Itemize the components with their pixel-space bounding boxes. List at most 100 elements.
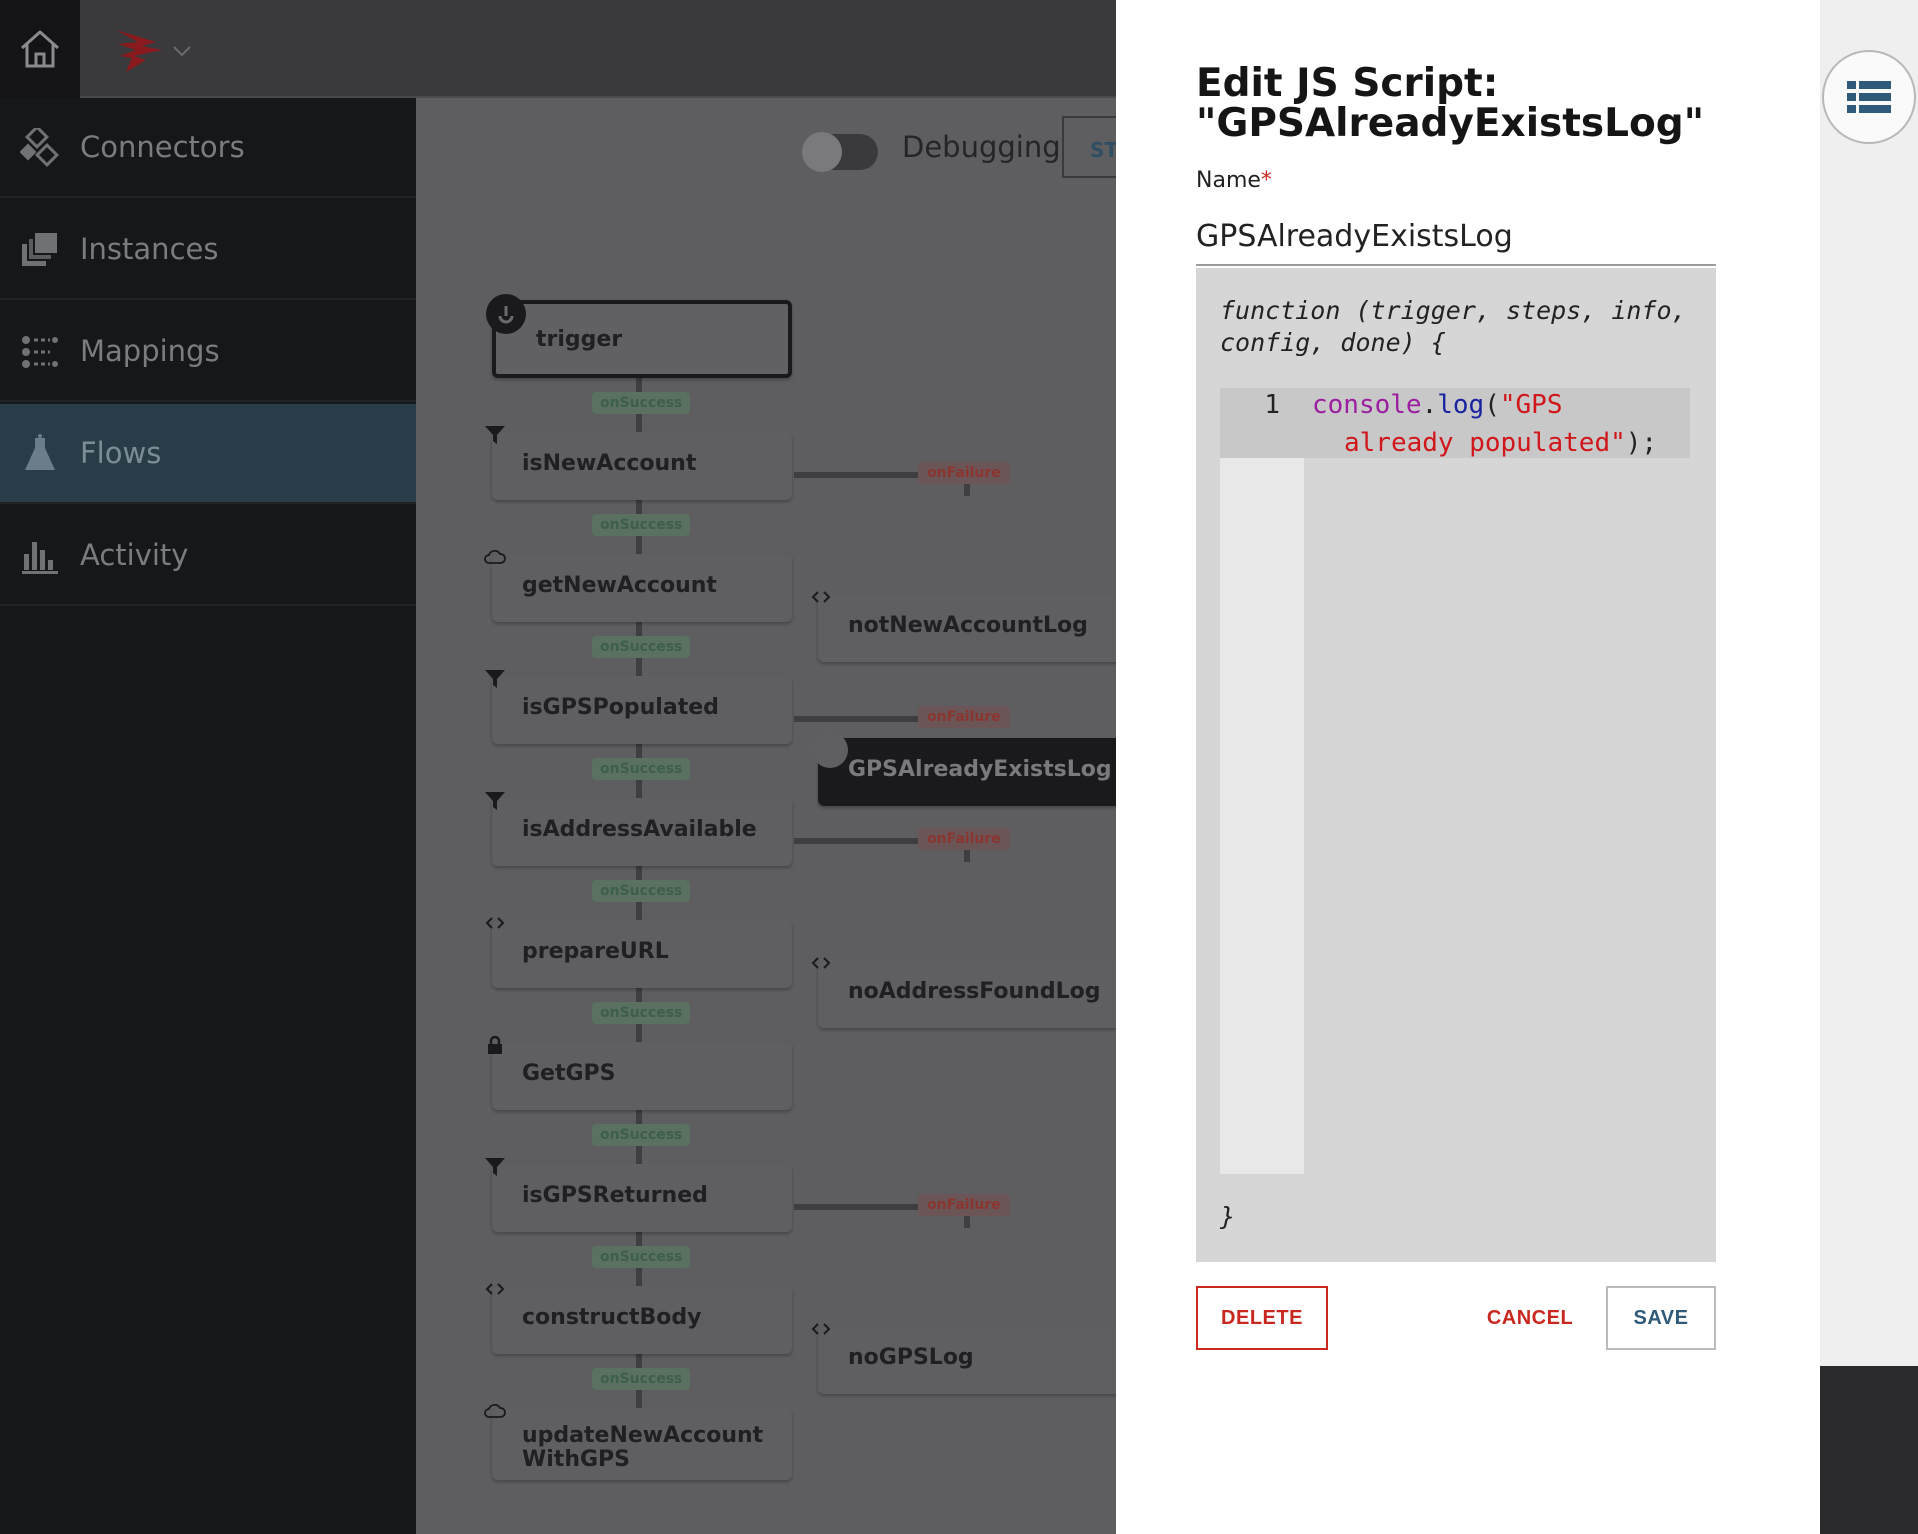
flow-node-getnewaccount[interactable]: getNewAccount — [484, 549, 792, 622]
home-button[interactable] — [0, 0, 80, 98]
sidebar-item-label: Flows — [80, 436, 162, 470]
filter-icon — [485, 1158, 505, 1176]
sidebar-item-flows[interactable]: Flows — [0, 404, 416, 504]
on-success-badge: onSuccess — [592, 758, 691, 780]
code-icon — [811, 957, 831, 969]
debugging-label: Debugging — [902, 130, 1061, 164]
node-label: constructBody — [522, 1305, 702, 1330]
node-label: trigger — [536, 327, 623, 352]
brand-logo-menu[interactable] — [112, 26, 192, 76]
flask-icon — [25, 434, 55, 470]
mappings-icon — [22, 336, 58, 368]
cancel-button[interactable]: CANCEL — [1460, 1286, 1600, 1350]
flow-node-isaddressavailable[interactable]: isAddressAvailable — [485, 792, 792, 866]
flow-node-noaddressfoundlog[interactable]: noAddressFoundLog — [811, 957, 1116, 1028]
node-label: GetGPS — [522, 1061, 616, 1086]
on-success-badge: onSuccess — [592, 392, 691, 414]
panel-title: Edit JS Script: "GPSAlreadyExistsLog" — [1196, 61, 1705, 146]
required-mark: * — [1260, 168, 1272, 193]
on-success-badge: onSuccess — [592, 1002, 691, 1024]
flow-node-constructbody[interactable]: constructBody — [485, 1283, 792, 1354]
node-label: updateNewAccountWithGPS — [522, 1423, 764, 1472]
on-success-badge: onSuccess — [592, 636, 691, 658]
node-label: GPSAlreadyExistsLog — [848, 757, 1112, 782]
function-signature-line2: config, done) { — [1220, 328, 1446, 357]
node-label: isAddressAvailable — [522, 817, 757, 842]
save-button[interactable]: SAVE — [1606, 1286, 1716, 1350]
on-success-badge: onSuccess — [592, 880, 691, 902]
top-bar — [0, 0, 1116, 98]
node-label: notNewAccountLog — [848, 613, 1088, 638]
filter-icon — [485, 670, 505, 688]
connectors-icon — [20, 128, 60, 168]
flow-canvas: Debugging ST onSuccess onSuccess onSucce… — [416, 98, 1116, 1534]
sidebar-item-label: Connectors — [80, 130, 245, 164]
node-status-dot — [812, 732, 848, 768]
code-string: already populated" — [1344, 428, 1626, 458]
sidebar-item-label: Mappings — [80, 334, 220, 368]
on-failure-badge: onFailure — [918, 462, 1010, 484]
instances-icon — [22, 231, 59, 266]
name-label-text: Name — [1196, 168, 1261, 193]
filter-icon — [485, 792, 505, 810]
flow-node-prepareurl[interactable]: prepareURL — [485, 917, 792, 988]
trigger-icon — [486, 294, 526, 334]
cloud-icon — [484, 1403, 506, 1418]
sidebar-item-connectors[interactable]: Connectors — [0, 98, 416, 198]
sidebar: Connectors Instances Mappings Flows Acti… — [0, 98, 416, 1534]
node-label: prepareURL — [522, 939, 669, 964]
debugging-toggle[interactable] — [802, 132, 878, 172]
flow-node-notnewaccountlog[interactable]: notNewAccountLog — [811, 591, 1116, 662]
home-icon — [21, 30, 59, 68]
flow-node-nogpslog[interactable]: noGPSLog — [811, 1323, 1116, 1394]
code-editor[interactable]: function (trigger, steps, info, config, … — [1196, 268, 1716, 1262]
code-string: "GPS — [1499, 390, 1563, 420]
sidebar-item-mappings[interactable]: Mappings — [0, 302, 416, 402]
list-view-icon — [1847, 81, 1891, 113]
flow-node-isgpspopulated[interactable]: isGPSPopulated — [485, 670, 792, 744]
sidebar-item-activity[interactable]: Activity — [0, 506, 416, 606]
function-signature-line1: function (trigger, steps, info, — [1220, 296, 1687, 325]
start-button[interactable]: ST — [1062, 116, 1116, 178]
name-input[interactable] — [1196, 208, 1716, 266]
closing-brace: } — [1220, 1202, 1236, 1231]
code-icon — [811, 591, 831, 603]
lock-icon — [488, 1035, 502, 1054]
code-keyword: console — [1312, 390, 1422, 420]
code-paren: ( — [1484, 390, 1500, 420]
line-number: 1 — [1264, 390, 1280, 420]
code-icon — [485, 917, 505, 929]
node-label: isGPSReturned — [522, 1183, 708, 1208]
on-success-badge: onSuccess — [592, 1124, 691, 1146]
edit-script-panel: Edit JS Script: "GPSAlreadyExistsLog" Na… — [1116, 0, 1820, 1534]
flow-node-getgps[interactable]: GetGPS — [488, 1035, 792, 1110]
flow-node-updatenewaccountwithgps[interactable]: updateNewAccountWithGPS — [484, 1403, 792, 1480]
on-success-badge: onSuccess — [592, 1368, 691, 1390]
code-content[interactable]: console.log("GPS already populated"); — [1312, 386, 1692, 462]
delete-button[interactable]: DELETE — [1196, 1286, 1328, 1350]
sidebar-item-instances[interactable]: Instances — [0, 200, 416, 300]
line-gutter — [1220, 388, 1304, 1174]
code-icon — [811, 1323, 831, 1335]
cloud-icon — [484, 549, 506, 564]
code-dot: . — [1421, 390, 1438, 420]
node-label: noGPSLog — [848, 1345, 974, 1370]
flow-node-trigger[interactable]: trigger — [486, 294, 792, 378]
bar-chart-icon — [22, 542, 58, 574]
list-view-button[interactable] — [1822, 50, 1916, 144]
flow-node-isgpsreturned[interactable]: isGPSReturned — [485, 1158, 792, 1232]
code-paren: ); — [1625, 428, 1658, 458]
node-label: getNewAccount — [522, 573, 717, 598]
on-failure-badge: onFailure — [918, 1194, 1010, 1216]
code-icon — [485, 1283, 505, 1295]
on-failure-badge: onFailure — [918, 828, 1010, 850]
flow-node-isnewaccount[interactable]: isNewAccount — [485, 426, 792, 500]
brand-logo-icon — [116, 30, 162, 72]
node-label: noAddressFoundLog — [848, 979, 1101, 1004]
on-success-badge: onSuccess — [592, 1246, 691, 1268]
sidebar-item-label: Instances — [80, 232, 219, 266]
on-failure-badge: onFailure — [918, 706, 1010, 728]
sidebar-item-label: Activity — [80, 538, 189, 572]
on-success-badge: onSuccess — [592, 514, 691, 536]
flow-node-gpsalreadyexistslog[interactable]: GPSAlreadyExistsLog — [812, 732, 1116, 806]
